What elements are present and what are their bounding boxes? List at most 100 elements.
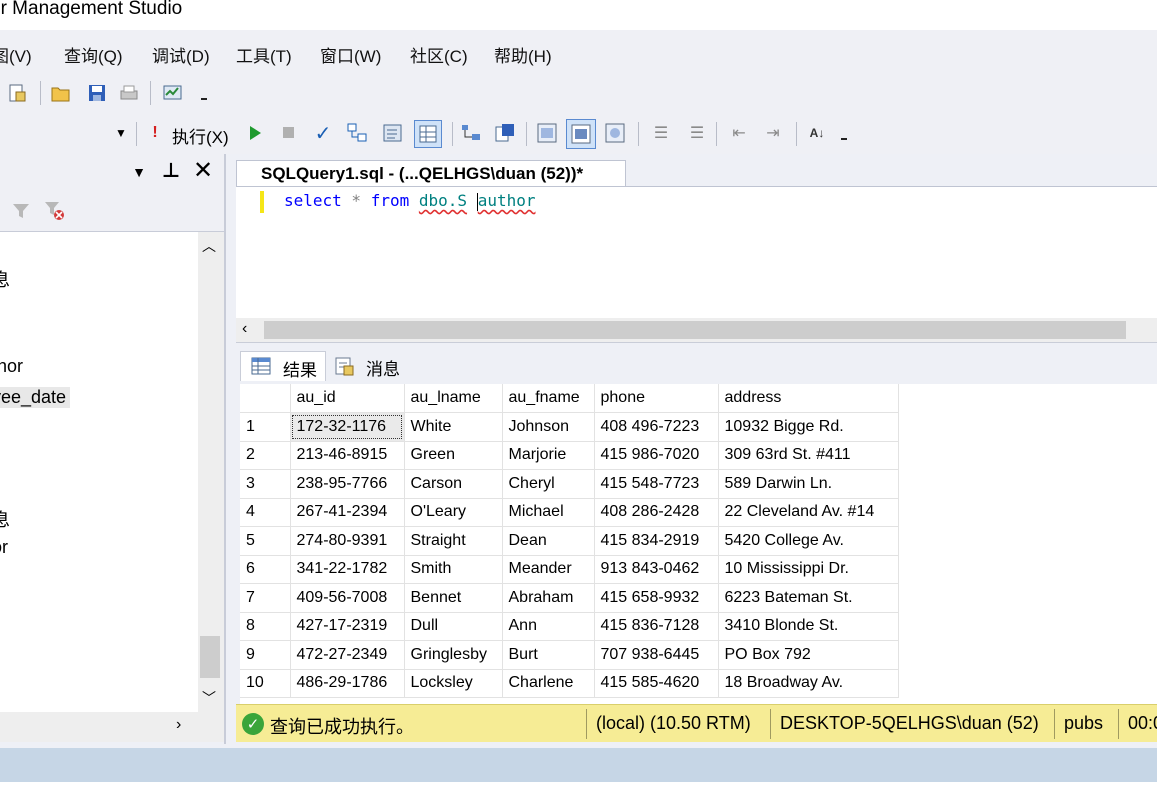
scroll-down-icon[interactable]: ﹀ — [202, 688, 216, 708]
menu-tools[interactable]: 工具(T) — [236, 42, 292, 67]
cell-au-lname[interactable]: White — [404, 412, 503, 442]
cell-au-id[interactable]: 267-41-2394 — [290, 498, 405, 527]
cell-address[interactable]: 18 Broadway Av. — [718, 669, 899, 698]
open-file-icon[interactable] — [50, 82, 72, 104]
cell-au-lname[interactable]: Straight — [404, 526, 503, 556]
column-header-phone[interactable]: phone — [594, 384, 719, 413]
scroll-right-icon[interactable]: › — [176, 716, 181, 734]
results-grid[interactable]: au_id au_lname au_fname phone address 1 … — [240, 384, 1157, 704]
row-number[interactable]: 9 — [240, 640, 291, 670]
scroll-thumb[interactable] — [200, 636, 220, 678]
row-number[interactable]: 8 — [240, 612, 291, 641]
cell-au-fname[interactable]: Johnson — [502, 412, 595, 442]
cell-phone[interactable]: 415 658-9932 — [594, 583, 719, 613]
cell-address[interactable]: 10932 Bigge Rd. — [718, 412, 899, 442]
cell-au-id[interactable]: 341-22-1782 — [290, 555, 405, 584]
remove-filter-icon[interactable] — [44, 200, 66, 222]
tree-node[interactable]: 息 — [0, 506, 10, 532]
cell-au-id[interactable]: 427-17-2319 — [290, 612, 405, 641]
row-number[interactable]: 10 — [240, 669, 291, 698]
cell-address[interactable]: 309 63rd St. #411 — [718, 441, 899, 470]
column-header-au-id[interactable]: au_id — [290, 384, 405, 413]
tab-results[interactable]: 结果 — [240, 351, 326, 381]
cell-au-lname[interactable]: Carson — [404, 469, 503, 499]
cell-au-id[interactable]: 213-46-8915 — [290, 441, 405, 470]
cell-address[interactable]: 10 Mississippi Dr. — [718, 555, 899, 584]
row-number[interactable]: 3 — [240, 469, 291, 499]
row-number-header[interactable] — [240, 384, 291, 413]
print-icon[interactable] — [118, 82, 140, 104]
specify-values-icon[interactable]: A↓ — [806, 122, 828, 144]
cell-au-id[interactable]: 172-32-1176 — [290, 412, 405, 442]
editor-horizontal-scrollbar[interactable]: ‹ — [236, 318, 1157, 342]
cell-au-id[interactable]: 238-95-7766 — [290, 469, 405, 499]
cell-au-lname[interactable]: Smith — [404, 555, 503, 584]
cell-au-fname[interactable]: Charlene — [502, 669, 595, 698]
table-row[interactable]: 8 427-17-2319 Dull Ann 415 836-7128 3410… — [240, 612, 899, 641]
query-designer-icon[interactable] — [346, 122, 368, 144]
cell-address[interactable]: PO Box 792 — [718, 640, 899, 670]
cell-phone[interactable]: 408 286-2428 — [594, 498, 719, 527]
row-number[interactable]: 2 — [240, 441, 291, 470]
scroll-left-icon[interactable]: ‹ — [242, 320, 247, 338]
menu-community[interactable]: 社区(C) — [410, 42, 468, 67]
cell-au-id[interactable]: 274-80-9391 — [290, 526, 405, 556]
database-dropdown-icon[interactable]: ▼ — [110, 122, 132, 144]
cell-phone[interactable]: 415 548-7723 — [594, 469, 719, 499]
live-stats-icon[interactable] — [566, 119, 596, 149]
menu-query[interactable]: 查询(Q) — [64, 42, 123, 67]
filter-icon[interactable] — [10, 200, 32, 222]
row-number[interactable]: 4 — [240, 498, 291, 527]
menu-help[interactable]: 帮助(H) — [494, 42, 552, 67]
code-line[interactable]: select * from dbo.S author — [284, 191, 535, 211]
row-number[interactable]: 5 — [240, 526, 291, 556]
menu-window[interactable]: 窗口(W) — [320, 42, 381, 67]
results-to-text-icon[interactable] — [382, 122, 404, 144]
cell-address[interactable]: 22 Cleveland Av. #14 — [718, 498, 899, 527]
cell-au-lname[interactable]: Bennet — [404, 583, 503, 613]
cell-au-lname[interactable]: Locksley — [404, 669, 503, 698]
cell-phone[interactable]: 415 834-2919 — [594, 526, 719, 556]
row-number[interactable]: 6 — [240, 555, 291, 584]
tab-sqlquery1[interactable]: SQLQuery1.sql - (...QELHGS\duan (52))* — [236, 160, 626, 188]
tree-node-selected[interactable]: yee_date — [0, 387, 71, 408]
toolbar-overflow-icon[interactable] — [840, 124, 848, 144]
column-header-address[interactable]: address — [718, 384, 899, 413]
pane-menu-icon[interactable]: ▼ — [128, 161, 150, 183]
execute-icon[interactable]: ! — [144, 122, 166, 144]
cell-au-fname[interactable]: Michael — [502, 498, 595, 527]
table-row[interactable]: 3 238-95-7766 Carson Cheryl 415 548-7723… — [240, 469, 899, 499]
cell-au-lname[interactable]: Green — [404, 441, 503, 470]
query-options-icon[interactable] — [604, 122, 626, 144]
cell-au-fname[interactable]: Dean — [502, 526, 595, 556]
table-row[interactable]: 6 341-22-1782 Smith Meander 913 843-0462… — [240, 555, 899, 584]
tree-horizontal-scrollbar[interactable]: › — [0, 712, 226, 742]
stop-icon[interactable] — [278, 122, 300, 144]
column-header-au-lname[interactable]: au_lname — [404, 384, 503, 413]
tree-node[interactable]: 息 — [0, 266, 10, 292]
results-to-grid-icon[interactable] — [414, 120, 442, 148]
row-number[interactable]: 1 — [240, 412, 291, 442]
cell-address[interactable]: 3410 Blonde St. — [718, 612, 899, 641]
cell-phone[interactable]: 707 938-6445 — [594, 640, 719, 670]
column-header-au-fname[interactable]: au_fname — [502, 384, 595, 413]
cell-au-fname[interactable]: Cheryl — [502, 469, 595, 499]
parse-check-icon[interactable]: ✓ — [312, 122, 334, 145]
execute-button-label[interactable]: 执行(X) — [172, 123, 229, 148]
scroll-thumb[interactable] — [264, 321, 1126, 339]
tree-node[interactable]: thor — [0, 356, 23, 377]
scroll-up-icon[interactable]: ︿ — [202, 236, 216, 256]
cell-au-fname[interactable]: Marjorie — [502, 441, 595, 470]
row-number[interactable]: 7 — [240, 583, 291, 613]
table-row[interactable]: 9 472-27-2349 Gringlesby Burt 707 938-64… — [240, 640, 899, 670]
cell-phone[interactable]: 913 843-0462 — [594, 555, 719, 584]
tab-messages[interactable]: 消息 — [324, 351, 408, 381]
cell-au-fname[interactable]: Ann — [502, 612, 595, 641]
pane-splitter[interactable] — [224, 154, 226, 744]
table-row[interactable]: 7 409-56-7008 Bennet Abraham 415 658-993… — [240, 583, 899, 613]
sql-editor[interactable]: select * from dbo.S author — [236, 186, 1157, 319]
cell-phone[interactable]: 415 585-4620 — [594, 669, 719, 698]
cell-phone[interactable]: 415 986-7020 — [594, 441, 719, 470]
new-query-icon[interactable] — [6, 82, 28, 104]
cell-au-fname[interactable]: Burt — [502, 640, 595, 670]
